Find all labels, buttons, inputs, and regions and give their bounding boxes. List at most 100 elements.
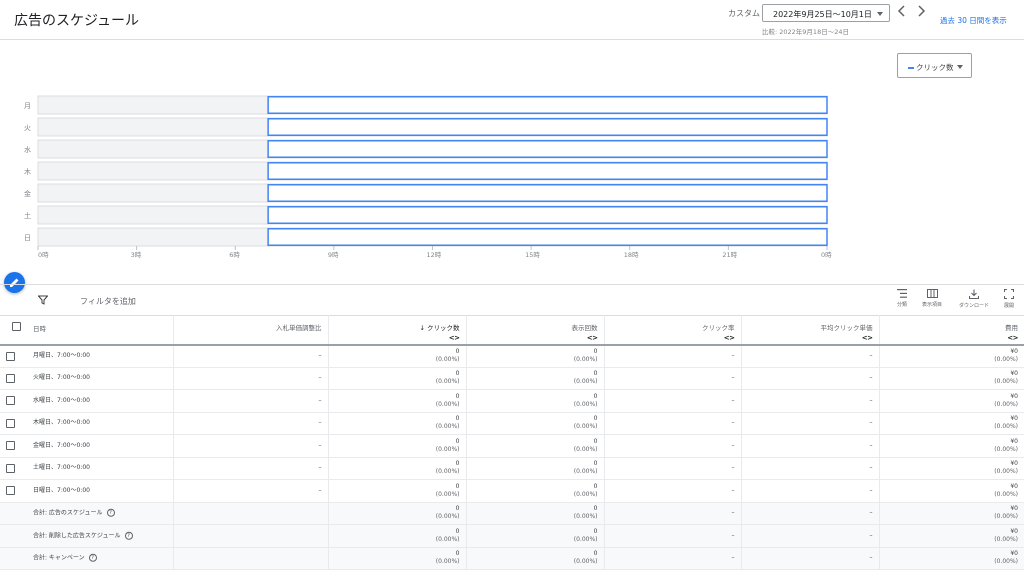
help-icon[interactable]: ? xyxy=(88,554,97,562)
avg-cpc-cell: – xyxy=(741,502,880,525)
help-icon[interactable]: ? xyxy=(124,531,133,540)
sort-toggle-icon[interactable]: <> xyxy=(335,334,460,342)
cost-pct: (0.00%) xyxy=(994,445,1018,453)
cost-pct: (0.00%) xyxy=(994,490,1018,498)
impressions-pct: (0.00%) xyxy=(573,400,598,408)
date-cell: 月曜日、7:00〜0:00 xyxy=(0,344,174,368)
add-filter-input[interactable]: フィルタを追加 xyxy=(80,296,136,307)
impressions-cell: 0 (0.00%) xyxy=(466,389,605,413)
column-header-ctr[interactable]: クリック率 <> xyxy=(604,315,742,346)
impressions-pct: (0.00%) xyxy=(573,468,598,476)
clicks-value: 0 xyxy=(455,370,460,378)
sort-toggle-icon[interactable]: <> xyxy=(473,334,598,342)
row-checkbox[interactable] xyxy=(6,396,15,406)
avg-cpc-cell: – xyxy=(741,412,880,435)
avg-cpc-cell: – xyxy=(741,524,880,548)
row-checkbox[interactable] xyxy=(6,441,15,451)
sort-toggle-icon[interactable]: <> xyxy=(611,334,735,342)
select-all-checkbox[interactable] xyxy=(12,322,21,331)
bid-adj-cell[interactable]: – xyxy=(173,389,329,413)
columns-button[interactable]: 表示項目 xyxy=(919,289,945,315)
cost-cell: ¥0 (0.00%) xyxy=(879,412,1024,435)
chevron-right-icon[interactable] xyxy=(915,5,927,19)
schedule-chart: 月火水木金土日 0時 3時 6時 9時 12時 15時 18時 21時 0時 xyxy=(24,95,832,259)
ctr-cell: – xyxy=(604,344,742,368)
column-header-avg-cpc[interactable]: 平均クリック単価 <> xyxy=(741,315,880,346)
row-date-label: 金曜日、7:00〜0:00 xyxy=(33,441,90,449)
table-row[interactable]: 土曜日、7:00〜0:00 – 0 (0.00%) 0 (0.00%) – – ¥0… xyxy=(0,457,1024,480)
bid-adj-cell xyxy=(173,524,329,548)
download-button[interactable]: ダウンロード xyxy=(955,289,993,315)
table-row[interactable]: 水曜日、7:00〜0:00 – 0 (0.00%) 0 (0.00%) – – ¥0… xyxy=(0,389,1024,413)
row-checkbox[interactable] xyxy=(6,351,15,361)
clicks-cell: 0 (0.00%) xyxy=(328,434,467,458)
column-header-clicks[interactable]: ↓ クリック数 <> xyxy=(328,315,467,346)
column-header-cost[interactable]: 費用 <> xyxy=(879,315,1024,346)
impressions-value: 0 xyxy=(593,392,598,400)
last-30-days-link[interactable]: 過去 30 日間を表示 xyxy=(940,15,1007,26)
bid-adj-cell[interactable]: – xyxy=(173,434,329,458)
total-label-cell: 合計: 削除した広告スケジュール? xyxy=(0,524,174,548)
columns-icon xyxy=(926,289,938,298)
cost-value: ¥0 xyxy=(1010,415,1018,423)
date-range-select[interactable]: 2022年9月25日〜10月1日 xyxy=(762,4,890,22)
table-row[interactable]: 火曜日、7:00〜0:00 – 0 (0.00%) 0 (0.00%) – – ¥0… xyxy=(0,367,1024,390)
table-row[interactable]: 木曜日、7:00〜0:00 – 0 (0.00%) 0 (0.00%) – – ¥0… xyxy=(0,412,1024,435)
clicks-pct: (0.00%) xyxy=(435,513,460,521)
cost-cell: ¥0 (0.00%) xyxy=(879,502,1024,525)
cost-value: ¥0 xyxy=(1010,550,1018,558)
help-icon[interactable]: ? xyxy=(106,509,115,517)
clicks-cell: 0 (0.00%) xyxy=(328,344,467,368)
expand-button[interactable]: 展開 xyxy=(1001,289,1017,315)
x-tick-label: 21時 xyxy=(722,251,737,259)
total-label: 合計: 広告のスケジュール xyxy=(33,509,103,517)
clicks-value: 0 xyxy=(455,460,460,468)
cost-cell: ¥0 (0.00%) xyxy=(879,434,1024,458)
row-checkbox[interactable] xyxy=(6,463,15,473)
chevron-left-icon[interactable] xyxy=(896,5,908,19)
clicks-value: 0 xyxy=(455,392,460,400)
clicks-value: 0 xyxy=(455,482,460,490)
clicks-cell: 0 (0.00%) xyxy=(328,479,467,503)
date-cell: 日曜日、7:00〜0:00 xyxy=(0,479,174,503)
table-row[interactable]: 日曜日、7:00〜0:00 – 0 (0.00%) 0 (0.00%) – – ¥0… xyxy=(0,479,1024,503)
impressions-pct: (0.00%) xyxy=(573,423,598,431)
schedule-block xyxy=(267,118,828,136)
table-row[interactable]: 金曜日、7:00〜0:00 – 0 (0.00%) 0 (0.00%) – – ¥0… xyxy=(0,434,1024,458)
segment-button[interactable]: 分類 xyxy=(893,289,911,315)
impressions-value: 0 xyxy=(593,460,598,468)
sort-toggle-icon[interactable]: <> xyxy=(886,334,1018,342)
bid-adj-cell[interactable]: – xyxy=(173,412,329,435)
chart-metric-select[interactable]: クリック数 xyxy=(897,53,972,78)
clicks-cell: 0 (0.00%) xyxy=(328,457,467,480)
bid-adj-cell[interactable]: – xyxy=(173,457,329,480)
date-range-value: 2022年9月25日〜10月1日 xyxy=(773,10,872,19)
row-checkbox[interactable] xyxy=(6,373,15,383)
bid-adj-cell[interactable]: – xyxy=(173,367,329,390)
column-header-bid-adj[interactable]: 入札単価調整比 xyxy=(173,315,329,346)
series-color-icon xyxy=(908,67,914,69)
page-title: 広告のスケジュール xyxy=(14,13,140,29)
schedule-block xyxy=(267,96,828,114)
cost-pct: (0.00%) xyxy=(994,378,1018,386)
column-header-impressions[interactable]: 表示回数 <> xyxy=(466,315,605,346)
cost-cell: ¥0 (0.00%) xyxy=(879,367,1024,390)
column-header-label: 日時 xyxy=(33,325,46,333)
row-checkbox[interactable] xyxy=(6,418,15,428)
date-cell: 土曜日、7:00〜0:00 xyxy=(0,457,174,480)
bid-adj-cell[interactable]: – xyxy=(173,479,329,503)
bid-adj-cell[interactable]: – xyxy=(173,344,329,368)
compare-range-text: 比較: 2022年9月18日〜24日 xyxy=(762,28,849,36)
chart-day-label: 金 xyxy=(24,189,31,198)
sort-toggle-icon[interactable]: <> xyxy=(748,334,873,342)
row-checkbox[interactable] xyxy=(6,486,15,496)
total-row: 合計: 広告のスケジュール? 0 (0.00%) 0 (0.00%) – – ¥0(… xyxy=(0,502,1024,525)
column-header-date[interactable]: 日時 xyxy=(0,315,174,346)
filter-icon[interactable] xyxy=(38,295,48,305)
avg-cpc-cell: – xyxy=(741,389,880,413)
download-label: ダウンロード xyxy=(958,303,989,309)
table-row[interactable]: 月曜日、7:00〜0:00 – 0 (0.00%) 0 (0.00%) – – ¥0… xyxy=(0,344,1024,368)
total-row: 合計: キャンペーン? 0 (0.00%) 0 (0.00%) – – ¥0 (0.0… xyxy=(0,547,1024,570)
date-range-type-label: カスタム xyxy=(728,9,760,18)
impressions-value: 0 xyxy=(593,505,598,513)
